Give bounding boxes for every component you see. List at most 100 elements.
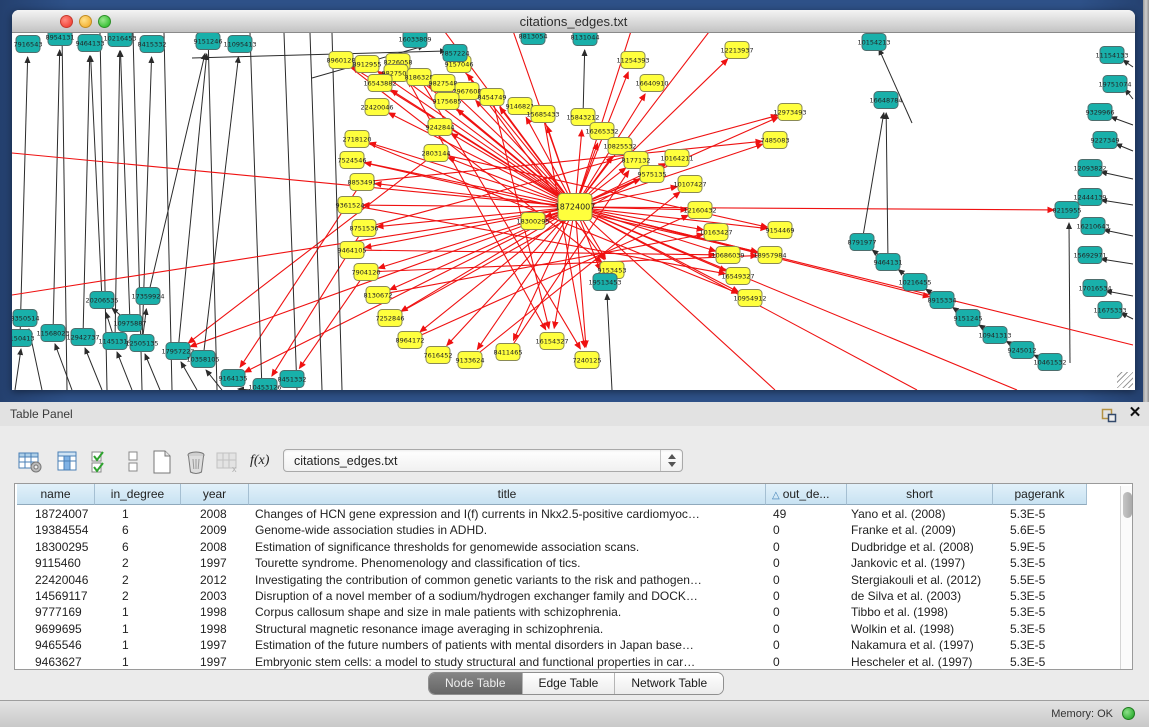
table-row[interactable]: 911546021997Tourette syndrome. Phenomeno…: [15, 555, 1118, 571]
function-builder-icon[interactable]: f(x): [250, 453, 269, 469]
table-row[interactable]: 1938455462009Genome-wide association stu…: [15, 522, 1118, 538]
table-mode-icon[interactable]: [16, 448, 44, 476]
table-row[interactable]: 1830029562008Estimation of significance …: [15, 539, 1118, 555]
graph-node[interactable]: 16265332: [585, 123, 618, 140]
graph-node[interactable]: 8415332: [138, 36, 167, 53]
graph-node[interactable]: 9464133: [76, 35, 105, 52]
graph-node[interactable]: 8912955: [353, 56, 382, 73]
graph-node[interactable]: 10216455: [898, 274, 931, 291]
graph-node[interactable]: 8350514: [12, 310, 39, 327]
graph-node[interactable]: 12973493: [773, 104, 806, 121]
scrollbar-thumb[interactable]: [1123, 492, 1132, 518]
table-row[interactable]: 969969511998Structural magnetic resonanc…: [15, 621, 1118, 637]
column-header-short[interactable]: short: [847, 484, 993, 505]
graph-node[interactable]: 8853491: [348, 174, 377, 191]
graph-node[interactable]: 8915334: [928, 292, 957, 309]
graph-node[interactable]: 17359924: [131, 288, 164, 305]
graph-node[interactable]: 8954131: [46, 33, 75, 46]
graph-node[interactable]: 16640910: [635, 75, 668, 92]
graph-node[interactable]: 9227349: [1091, 132, 1120, 149]
graph-node[interactable]: 8964172: [396, 332, 425, 349]
graph-node[interactable]: 12093822: [1073, 160, 1106, 177]
graph-node[interactable]: 10107427: [673, 176, 706, 193]
graph-node[interactable]: 8454749: [478, 89, 507, 106]
graph-node[interactable]: 10954912: [733, 290, 766, 307]
table-tabs[interactable]: Node TableEdge TableNetwork Table: [428, 672, 724, 695]
graph-node[interactable]: 9361524: [336, 197, 365, 214]
column-header-pagerank[interactable]: pagerank: [993, 484, 1087, 505]
tab-edge-table[interactable]: Edge Table: [523, 673, 616, 694]
graph-node[interactable]: 8751536: [350, 220, 379, 237]
graph-node[interactable]: 20206535: [85, 292, 118, 309]
column-header-out_de[interactable]: △out_de...: [766, 484, 847, 505]
graph-node[interactable]: 7616452: [424, 347, 453, 364]
graph-node[interactable]: 9151245: [954, 310, 983, 327]
graph-node[interactable]: 9329966: [1086, 104, 1115, 121]
graph-node[interactable]: 2718120: [343, 131, 372, 148]
graph-node[interactable]: 11568023: [36, 325, 69, 342]
graph-node[interactable]: 9133624: [456, 352, 485, 369]
graph-node[interactable]: 8411465: [494, 344, 523, 361]
show-columns-icon[interactable]: [54, 448, 82, 476]
column-header-name[interactable]: name: [17, 484, 95, 505]
graph-node[interactable]: 2803144: [422, 145, 451, 162]
table-row[interactable]: 977716911998Corpus callosum shape and si…: [15, 604, 1118, 620]
network-canvas[interactable]: 8960128891295582260589827503165438828186…: [12, 33, 1135, 390]
graph-node[interactable]: 15685433: [526, 106, 559, 123]
graph-node[interactable]: 9464105: [338, 242, 367, 259]
graph-node[interactable]: 17016534: [1078, 280, 1111, 297]
vertical-scrollbar[interactable]: [1120, 486, 1132, 669]
graph-node[interactable]: 7485083: [761, 132, 790, 149]
graph-node[interactable]: 11095413: [223, 36, 256, 53]
graph-node[interactable]: 18300295: [516, 213, 549, 230]
delete-column-icon[interactable]: [182, 448, 210, 476]
table-row[interactable]: 946554611997Estimation of the future num…: [15, 637, 1118, 653]
graph-node[interactable]: 9242844: [426, 119, 455, 136]
graph-node[interactable]: 12160432: [683, 202, 716, 219]
graph-node[interactable]: 10164211: [660, 150, 693, 167]
graph-node[interactable]: 8813054: [519, 33, 548, 45]
new-column-icon[interactable]: [148, 448, 176, 476]
graph-node[interactable]: 10941313: [978, 327, 1011, 344]
column-header-year[interactable]: year: [181, 484, 249, 505]
select-all-icon[interactable]: [88, 448, 116, 476]
table-row[interactable]: 2242004622012Investigating the contribut…: [15, 572, 1118, 588]
graph-hub-node[interactable]: 18724007: [555, 194, 596, 221]
graph-node[interactable]: 9464131: [874, 254, 903, 271]
graph-node[interactable]: 10154213: [857, 34, 890, 51]
graph-node[interactable]: 8960128: [327, 52, 356, 69]
graph-node[interactable]: 10975887: [113, 315, 146, 332]
network-window[interactable]: citations_edges.txt 89601288912955822605…: [12, 10, 1135, 390]
graph-node[interactable]: 9164135: [219, 370, 248, 387]
graph-node[interactable]: 7904120: [352, 264, 381, 281]
graph-node[interactable]: 8130672: [364, 287, 393, 304]
graph-node[interactable]: 8131044: [571, 33, 600, 46]
graph-node[interactable]: 7916543: [14, 36, 43, 53]
graph-node[interactable]: 18957984: [753, 247, 786, 264]
table-row[interactable]: 1872400712008Changes of HCN gene express…: [15, 506, 1118, 522]
graph-node[interactable]: 9151246: [194, 33, 223, 50]
graph-node[interactable]: 7857224: [441, 45, 470, 62]
table-row[interactable]: 946362711997Embryonic stem cells: a mode…: [15, 654, 1118, 670]
node-table[interactable]: namein_degreeyeartitle△out_de...shortpag…: [14, 483, 1133, 670]
graph-node[interactable]: 10163427: [699, 224, 732, 241]
graph-node[interactable]: 11254393: [616, 52, 649, 69]
combo-stepper-icon[interactable]: [660, 450, 682, 471]
graph-node[interactable]: 19513453: [588, 274, 621, 291]
graph-node[interactable]: 22420046: [360, 99, 393, 116]
graph-node[interactable]: 9245012: [1008, 342, 1037, 359]
graph-node[interactable]: 8451332: [278, 371, 307, 388]
column-header-title[interactable]: title: [249, 484, 766, 505]
graph-node[interactable]: 10461532: [1033, 354, 1066, 371]
table-select-combo[interactable]: citations_edges.txt: [283, 449, 683, 472]
resize-grip-icon[interactable]: [1117, 372, 1133, 388]
graph-node[interactable]: 12942737: [66, 329, 99, 346]
graph-node[interactable]: 10358105: [186, 351, 219, 368]
graph-node[interactable]: 9575135: [638, 166, 667, 183]
graph-node[interactable]: 12505135: [125, 335, 158, 352]
graph-node[interactable]: 9154469: [766, 222, 795, 239]
column-header-in_degree[interactable]: in_degree: [95, 484, 181, 505]
graph-node[interactable]: 16549327: [721, 268, 754, 285]
graph-node[interactable]: 9175685: [433, 93, 462, 110]
graph-node[interactable]: 11154133: [1095, 47, 1128, 64]
